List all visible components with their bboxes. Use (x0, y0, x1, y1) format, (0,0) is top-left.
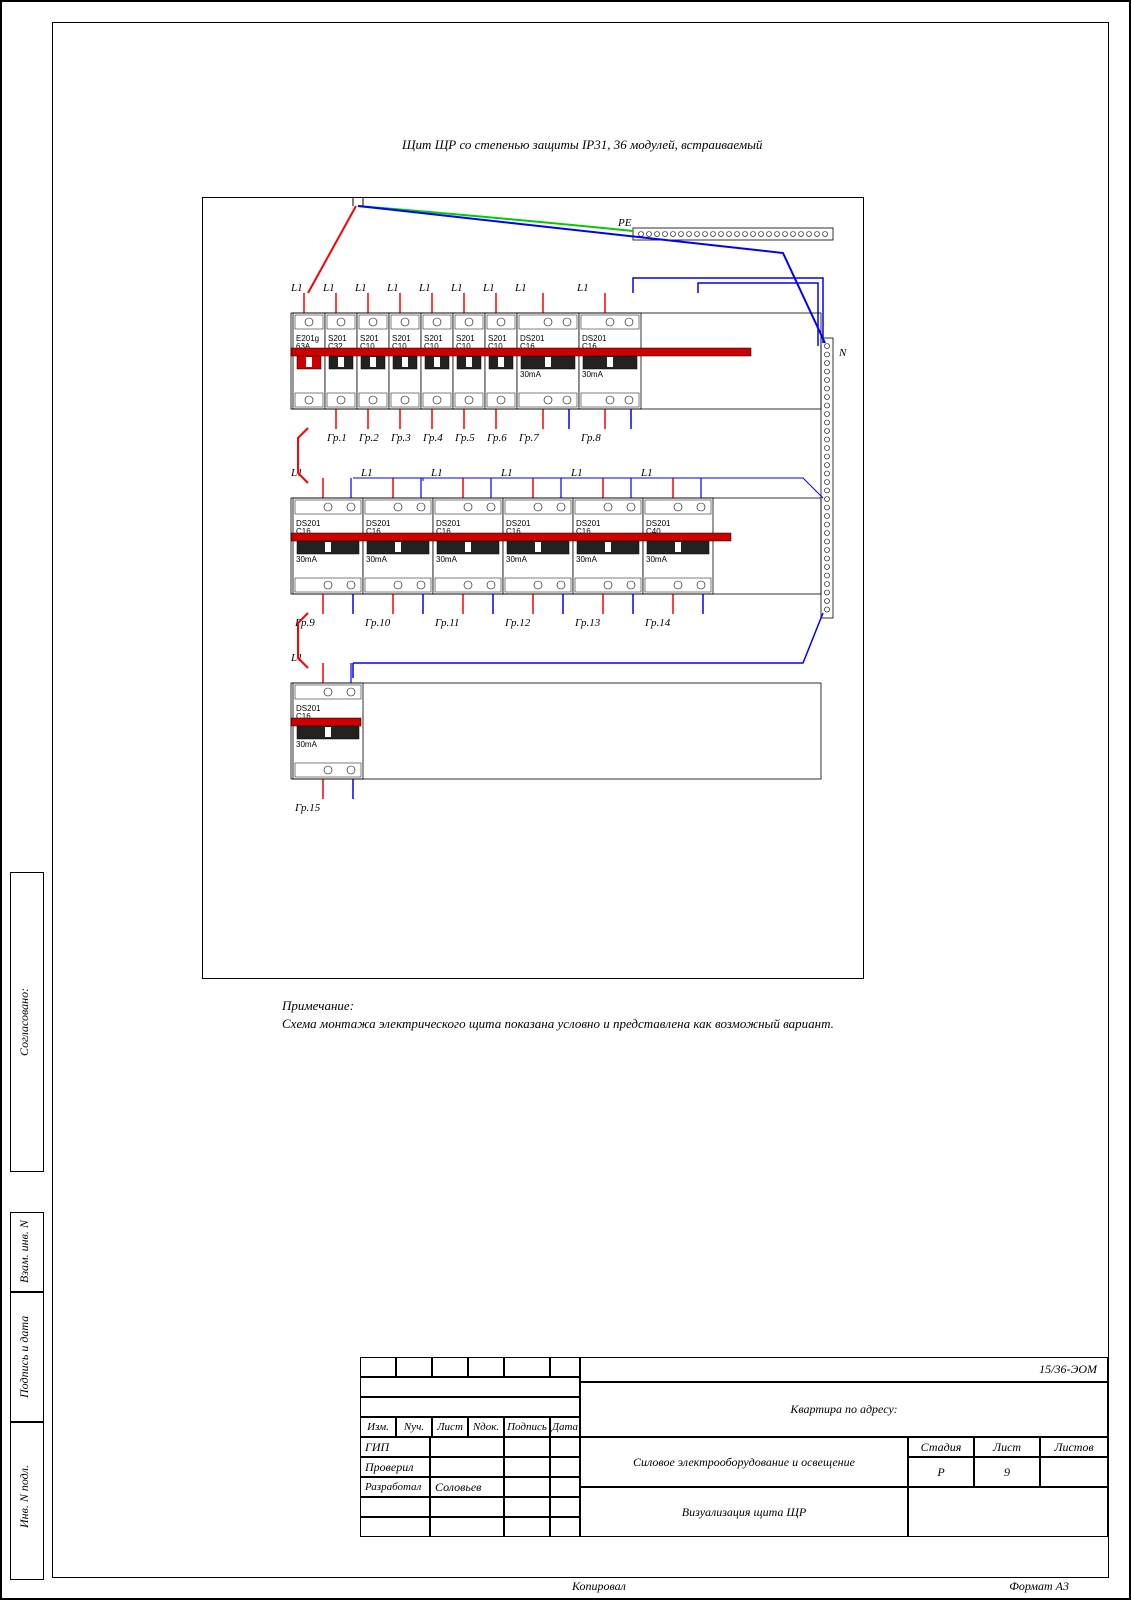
svg-text:Гр.1: Гр.1 (326, 432, 347, 444)
side-sign: Подпись и дата (17, 1302, 32, 1412)
note-body: Схема монтажа электрического щита показа… (282, 1015, 834, 1033)
svg-text:Гр.2: Гр.2 (358, 432, 379, 444)
electrical-panel: PE N E201g63AL1S201C32L1Гр.1S201C10L1Гр.… (202, 197, 864, 979)
svg-text:Гр.12: Гр.12 (504, 617, 531, 629)
tb-stage: Р (908, 1457, 974, 1487)
tb-dev-name: Соловьев (430, 1477, 504, 1497)
footer-copy: Копировал (572, 1579, 626, 1594)
tb-ndok: Nдок. (468, 1417, 504, 1437)
svg-text:30mA: 30mA (296, 555, 318, 564)
svg-text:Гр.5: Гр.5 (454, 432, 475, 444)
tb-sheets-h: Листов (1040, 1437, 1108, 1457)
svg-text:Гр.3: Гр.3 (390, 432, 411, 444)
svg-text:L1: L1 (450, 282, 463, 294)
tb-main: Силовое электрооборудование и освещение (580, 1437, 908, 1487)
svg-text:L1: L1 (290, 282, 303, 294)
tb-gip: ГИП (360, 1437, 430, 1457)
tb-stage-h: Стадия (908, 1437, 974, 1457)
svg-text:Гр.14: Гр.14 (644, 617, 671, 629)
tb-addr: Квартира по адресу: (580, 1382, 1108, 1437)
svg-text:L1: L1 (290, 467, 303, 479)
svg-text:L1: L1 (576, 282, 589, 294)
pe-label: PE (617, 217, 632, 229)
svg-text:Гр.4: Гр.4 (422, 432, 443, 444)
tb-doc: 15/36-ЭОМ (580, 1357, 1108, 1382)
svg-text:L1: L1 (322, 282, 335, 294)
svg-text:L1: L1 (570, 467, 583, 479)
svg-text:L1: L1 (386, 282, 399, 294)
svg-text:30mA: 30mA (436, 555, 458, 564)
svg-text:L1: L1 (418, 282, 431, 294)
svg-text:Гр.15: Гр.15 (294, 802, 321, 814)
svg-text:L1: L1 (360, 467, 373, 479)
svg-text:L1: L1 (354, 282, 367, 294)
tb-sheet: 9 (974, 1457, 1040, 1487)
tb-date: Дата (550, 1417, 580, 1437)
svg-text:Гр.13: Гр.13 (574, 617, 601, 629)
wiring-svg: PE N E201g63AL1S201C32L1Гр.1S201C10L1Гр.… (203, 198, 863, 978)
svg-text:L1: L1 (430, 467, 443, 479)
tb-list: Лист (432, 1417, 468, 1437)
note-title: Примечание: (282, 997, 834, 1015)
tb-viz: Визуализация щита ЩР (580, 1487, 908, 1537)
svg-text:L1: L1 (290, 652, 303, 664)
svg-text:Гр.7: Гр.7 (518, 432, 539, 444)
tb-check: Проверил (360, 1457, 430, 1477)
svg-text:30mA: 30mA (520, 370, 542, 379)
tb-dev: Разработал (360, 1477, 430, 1497)
svg-text:L1: L1 (482, 282, 495, 294)
tb-sheet-h: Лист (974, 1437, 1040, 1457)
tb-sheets (1040, 1457, 1108, 1487)
svg-text:30mA: 30mA (296, 740, 318, 749)
svg-text:Гр.11: Гр.11 (434, 617, 459, 629)
tb-sign: Подпись (504, 1417, 550, 1437)
svg-text:30mA: 30mA (646, 555, 668, 564)
side-vzam: Взам. инв. N (17, 1217, 32, 1287)
svg-text:L1: L1 (514, 282, 527, 294)
tb-org (908, 1487, 1108, 1537)
side-agreed: Согласовано: (17, 962, 32, 1082)
tb-izm: Изм. (360, 1417, 396, 1437)
svg-text:L1: L1 (500, 467, 513, 479)
svg-text:Гр.6: Гр.6 (486, 432, 507, 444)
drawing-sheet: Согласовано: Взам. инв. N Подпись и дата… (0, 0, 1131, 1600)
svg-text:30mA: 30mA (506, 555, 528, 564)
panel-title: Щит ЩР со степенью защиты IP31, 36 модул… (402, 137, 762, 153)
note: Примечание: Схема монтажа электрического… (282, 997, 834, 1033)
svg-text:30mA: 30mA (366, 555, 388, 564)
title-block: Изм. Nуч. Лист Nдок. Подпись Дата ГИП Пр… (360, 1357, 1108, 1577)
svg-text:L1: L1 (640, 467, 653, 479)
svg-text:Гр.8: Гр.8 (580, 432, 601, 444)
svg-text:Гр.10: Гр.10 (364, 617, 391, 629)
svg-text:30mA: 30mA (582, 370, 604, 379)
tb-nuch: Nуч. (396, 1417, 432, 1437)
footer-fmt: Формат А3 (1009, 1579, 1069, 1594)
svg-text:30mA: 30mA (576, 555, 598, 564)
side-inv: Инв. N подл. (17, 1442, 32, 1552)
n-label: N (838, 347, 847, 359)
